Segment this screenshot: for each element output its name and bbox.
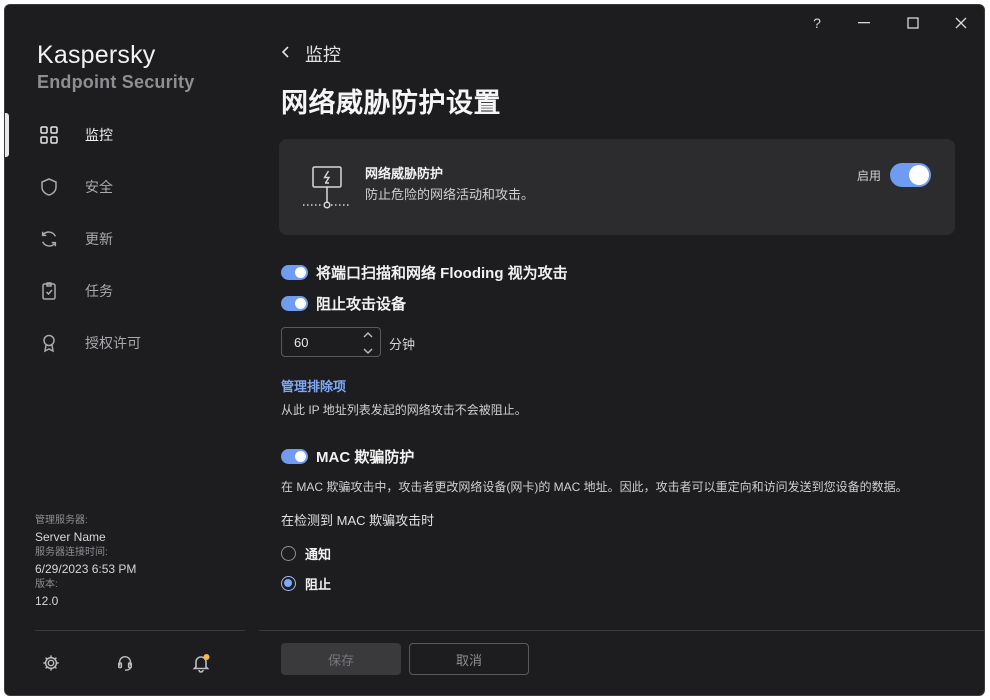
mac-action-heading: 在检测到 MAC 欺骗攻击时: [281, 513, 435, 528]
sidebar-item-label: 安全: [85, 179, 113, 195]
sidebar-divider: [35, 630, 245, 631]
enable-toggle[interactable]: [890, 163, 931, 187]
gear-icon[interactable]: [39, 651, 63, 675]
award-icon: [39, 333, 59, 353]
component-card: 网络威胁防护 防止危险的网络活动和攻击。 启用: [279, 139, 955, 235]
server-value: Server Name: [35, 530, 106, 544]
server-info: 管理服务器: Server Name 服务器连接时间: 6/29/2023 6:…: [35, 513, 136, 609]
mac-spoofing-option: MAC 欺骗防护: [281, 446, 414, 467]
version-value: 12.0: [35, 594, 59, 608]
sidebar-footer: [5, 645, 259, 681]
brand-subtitle: Endpoint Security: [37, 72, 195, 92]
component-description: 防止危险的网络活动和攻击。: [365, 187, 535, 202]
sidebar-nav: 监控 安全 更新 任务 授权许可: [5, 109, 259, 369]
block-attacker-label: 阻止攻击设备: [316, 296, 407, 313]
toggle-knob: [909, 165, 929, 185]
radio-label: 阻止: [305, 577, 332, 592]
app-window: ? Kaspersky Endpoint Security 监控 安全 更新 任…: [4, 4, 985, 696]
radio-block[interactable]: 阻止: [281, 574, 331, 593]
duration-unit: 分钟: [389, 337, 416, 352]
port-scan-toggle[interactable]: [281, 265, 308, 280]
port-scan-option: 将端口扫描和网络 Flooding 视为攻击: [281, 262, 568, 283]
sidebar-item-security[interactable]: 安全: [5, 161, 259, 213]
brand-logo: Kaspersky Endpoint Security: [37, 41, 194, 93]
chevron-down-icon[interactable]: [363, 348, 373, 355]
toggle-knob: [295, 451, 306, 462]
clipboard-icon: [39, 281, 59, 301]
radio-button[interactable]: [281, 546, 296, 561]
sidebar-item-label: 监控: [85, 127, 113, 143]
stepper-arrows: [362, 331, 374, 355]
radio-label: 通知: [305, 547, 332, 562]
block-duration-value: 60: [294, 335, 309, 350]
dashboard-icon: [39, 125, 59, 145]
support-icon[interactable]: [113, 651, 137, 675]
version-label: 版本:: [35, 579, 58, 590]
sidebar-item-label: 授权许可: [85, 335, 141, 351]
page-title: 网络威胁防护设置: [281, 88, 501, 118]
toggle-knob: [295, 267, 306, 278]
cancel-button[interactable]: 取消: [409, 643, 529, 675]
chevron-left-icon: [281, 45, 291, 63]
notification-bell-icon[interactable]: [189, 651, 213, 675]
breadcrumb-label: 监控: [305, 45, 341, 65]
radio-notify[interactable]: 通知: [281, 544, 331, 563]
block-duration-stepper[interactable]: 60: [281, 327, 381, 357]
shield-icon: [39, 177, 59, 197]
exclusions-note: 从此 IP 地址列表发起的网络攻击不会被阻止。: [281, 403, 527, 417]
sidebar-item-label: 更新: [85, 231, 113, 247]
sidebar-item-label: 任务: [85, 283, 113, 299]
block-attacker-option: 阻止攻击设备: [281, 293, 406, 314]
chevron-up-icon[interactable]: [363, 331, 373, 338]
footer-divider: [259, 630, 984, 631]
breadcrumb[interactable]: 监控: [281, 41, 341, 67]
enable-label: 启用: [857, 169, 882, 183]
brand-name: Kaspersky: [37, 41, 156, 69]
main-panel: 监控 网络威胁防护设置 网络威胁防护 防止危险的网络活动和攻击。 启用 将端口扫…: [259, 5, 984, 695]
radio-button[interactable]: [281, 576, 296, 591]
sidebar-item-monitoring[interactable]: 监控: [5, 109, 259, 161]
sidebar-item-tasks[interactable]: 任务: [5, 265, 259, 317]
refresh-icon: [39, 229, 59, 249]
block-attacker-toggle[interactable]: [281, 296, 308, 311]
component-title: 网络威胁防护: [365, 166, 444, 181]
mac-spoofing-toggle[interactable]: [281, 449, 308, 464]
port-scan-label: 将端口扫描和网络 Flooding 视为攻击: [316, 265, 568, 282]
sidebar-item-license[interactable]: 授权许可: [5, 317, 259, 369]
mac-spoofing-description: 在 MAC 欺骗攻击中，攻击者更改网络设备(网卡)的 MAC 地址。因此，攻击者…: [281, 480, 908, 494]
manage-exclusions-link[interactable]: 管理排除项: [281, 376, 346, 395]
save-button[interactable]: 保存: [281, 643, 401, 675]
server-label: 管理服务器:: [35, 515, 88, 526]
mac-spoofing-label: MAC 欺骗防护: [316, 449, 415, 466]
connection-time-value: 6/29/2023 6:53 PM: [35, 562, 137, 576]
toggle-knob: [295, 298, 306, 309]
sidebar-item-update[interactable]: 更新: [5, 213, 259, 265]
network-monitor-icon: [301, 161, 353, 213]
sidebar: Kaspersky Endpoint Security 监控 安全 更新 任务 …: [5, 5, 259, 695]
connection-time-label: 服务器连接时间:: [35, 547, 108, 558]
